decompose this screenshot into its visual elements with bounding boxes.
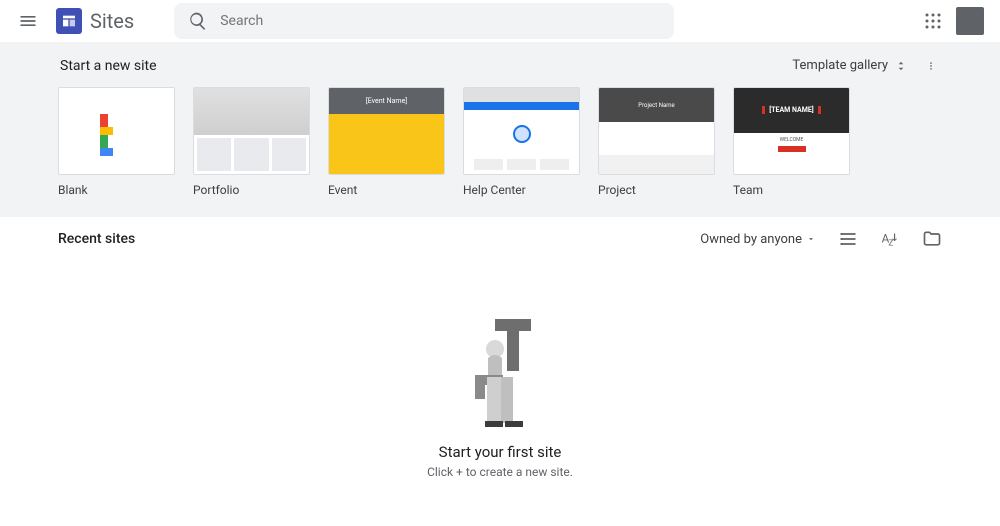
template-portfolio[interactable]: Portfolio: [193, 87, 310, 197]
template-label: Help Center: [463, 183, 580, 197]
owned-by-label: Owned by anyone: [700, 232, 802, 247]
template-gallery: Start a new site Template gallery Blank: [0, 42, 1000, 217]
more-options-button[interactable]: [922, 57, 940, 75]
template-label: Blank: [58, 183, 175, 197]
app-title: Sites: [90, 9, 134, 33]
empty-title: Start your first site: [439, 443, 562, 461]
open-file-picker-button[interactable]: [922, 229, 942, 249]
recent-toolbar: Recent sites Owned by anyone AZ: [58, 229, 942, 249]
sort-button[interactable]: AZ: [880, 229, 900, 249]
template-project[interactable]: Project Name Project: [598, 87, 715, 197]
template-event[interactable]: [Event Name] Event: [328, 87, 445, 197]
template-grid: Blank Portfolio [Event Name] Event Help …: [58, 87, 942, 197]
search-input[interactable]: [174, 3, 674, 39]
template-label: Project: [598, 183, 715, 197]
hamburger-icon: [18, 11, 38, 31]
app-header: Sites: [0, 0, 1000, 42]
empty-illustration: [455, 319, 545, 429]
unfold-icon: [894, 59, 908, 73]
header-right: [924, 7, 984, 35]
template-blank[interactable]: Blank: [58, 87, 175, 197]
list-view-button[interactable]: [838, 229, 858, 249]
template-gallery-label: Template gallery: [792, 58, 888, 73]
search-icon: [188, 11, 208, 31]
template-help-center[interactable]: Help Center: [463, 87, 580, 197]
empty-subtitle: Click + to create a new site.: [427, 465, 573, 479]
caret-down-icon: [806, 234, 816, 244]
owned-by-dropdown[interactable]: Owned by anyone: [700, 232, 816, 247]
search-wrap: [174, 3, 674, 39]
template-label: Event: [328, 183, 445, 197]
recent-title: Recent sites: [58, 231, 135, 247]
template-gallery-button[interactable]: Template gallery: [786, 54, 914, 77]
account-avatar[interactable]: [956, 7, 984, 35]
plus-icon: [100, 114, 134, 148]
main-menu-button[interactable]: [16, 9, 40, 33]
sites-logo-icon: [61, 13, 77, 29]
template-label: Portfolio: [193, 183, 310, 197]
svg-text:Z: Z: [888, 239, 893, 249]
empty-state: Start your first site Click + to create …: [0, 319, 1000, 479]
template-team[interactable]: [TEAM NAME]WELCOME Team: [733, 87, 850, 197]
template-label: Team: [733, 183, 850, 197]
gallery-title: Start a new site: [60, 58, 157, 74]
app-logo[interactable]: [56, 8, 82, 34]
apps-launcher-button[interactable]: [924, 12, 942, 30]
